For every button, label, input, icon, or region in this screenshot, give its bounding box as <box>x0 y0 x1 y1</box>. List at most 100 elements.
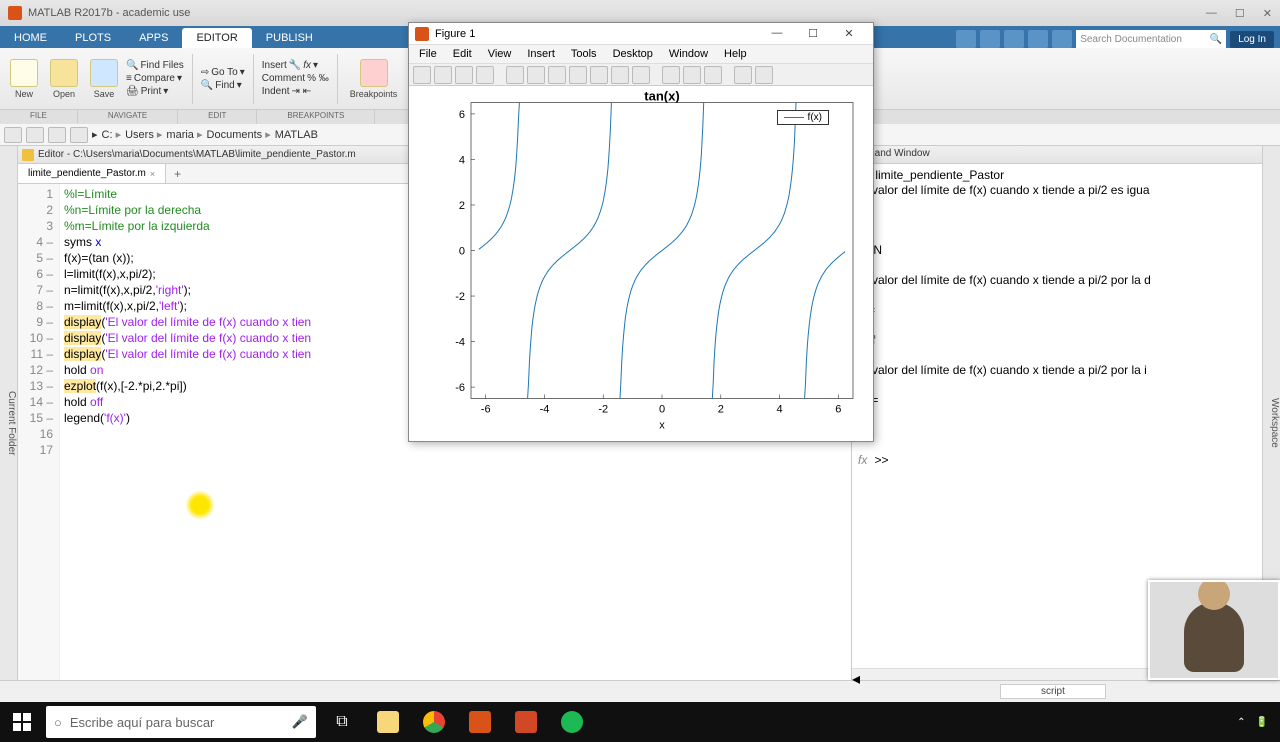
save-layout-icon[interactable] <box>956 30 976 48</box>
minimize-button[interactable]: — <box>1206 7 1217 20</box>
editor-file-tab[interactable]: limite_pendiente_Pastor.m× <box>18 164 166 183</box>
goto-button[interactable]: ⇨ Go To ▾ <box>201 67 245 78</box>
crumb-users[interactable]: Users <box>125 128 162 141</box>
preferences-icon[interactable] <box>1004 30 1024 48</box>
help-icon[interactable] <box>1052 30 1072 48</box>
tray-chevron-icon[interactable]: ⌃ <box>1237 717 1245 728</box>
taskbar-search[interactable]: ○ Escribe aquí para buscar 🎤 <box>46 706 316 738</box>
svg-text:-2: -2 <box>455 291 465 303</box>
legend-icon[interactable] <box>704 66 722 84</box>
svg-text:2: 2 <box>718 404 724 416</box>
folder-icon[interactable] <box>70 127 88 143</box>
legend-line-icon <box>784 117 804 118</box>
find-files-button[interactable]: 🔍 Find Files <box>126 60 184 71</box>
crumb-user[interactable]: maria <box>166 128 202 141</box>
figure-window[interactable]: Figure 1 — ☐ ✕ File Edit View Insert Too… <box>408 22 874 442</box>
webcam-overlay <box>1148 580 1280 680</box>
save-button[interactable] <box>90 59 118 87</box>
statusbar: script <box>0 680 1280 702</box>
new-button[interactable] <box>10 59 38 87</box>
cortana-icon: ○ <box>54 715 62 730</box>
datatip-icon[interactable] <box>611 66 629 84</box>
crumb-matlab[interactable]: MATLAB <box>275 129 318 141</box>
chrome-icon[interactable] <box>414 706 454 738</box>
zoom-out-icon[interactable] <box>548 66 566 84</box>
figure-menubar: File Edit View Insert Tools Desktop Wind… <box>409 45 873 64</box>
figure-titlebar[interactable]: Figure 1 — ☐ ✕ <box>409 23 873 45</box>
zoom-in-icon[interactable] <box>527 66 545 84</box>
doc-search-input[interactable]: Search Documentation🔍 <box>1076 30 1226 48</box>
open-button[interactable] <box>50 59 78 87</box>
menu-view[interactable]: View <box>482 47 518 61</box>
menu-tools[interactable]: Tools <box>565 47 603 61</box>
start-button[interactable] <box>4 706 40 738</box>
rotate-icon[interactable] <box>590 66 608 84</box>
crumb-root[interactable]: C: <box>102 128 122 141</box>
pan-icon[interactable] <box>569 66 587 84</box>
powerpoint-icon[interactable] <box>506 706 546 738</box>
tray-battery-icon[interactable]: 🔋 <box>1256 717 1268 728</box>
login-button[interactable]: Log In <box>1230 31 1274 48</box>
menu-window[interactable]: Window <box>663 47 714 61</box>
menu-desktop[interactable]: Desktop <box>607 47 659 61</box>
tab-home[interactable]: HOME <box>0 28 61 48</box>
find-button[interactable]: 🔍 Find ▾ <box>201 80 245 91</box>
spotify-icon[interactable] <box>552 706 592 738</box>
plot-axes[interactable]: tan(x)-6-4-20246-6-4-20246x f(x) <box>409 86 873 441</box>
addons-icon[interactable] <box>1028 30 1048 48</box>
hide-icon[interactable] <box>734 66 752 84</box>
task-view-icon[interactable]: ⧉ <box>322 706 362 738</box>
svg-text:-4: -4 <box>455 337 465 349</box>
close-button[interactable]: ✕ <box>1263 7 1272 20</box>
show-icon[interactable] <box>755 66 773 84</box>
folder-up-icon[interactable] <box>48 127 66 143</box>
mic-icon[interactable]: 🎤 <box>292 714 308 730</box>
cursor-highlight <box>185 490 215 520</box>
link-icon[interactable] <box>662 66 680 84</box>
fig-maximize-button[interactable]: ☐ <box>795 27 831 40</box>
svg-text:-4: -4 <box>540 404 550 416</box>
open-fig-icon[interactable] <box>434 66 452 84</box>
menu-file[interactable]: File <box>413 47 443 61</box>
print-fig-icon[interactable] <box>476 66 494 84</box>
breakpoints-button[interactable] <box>360 59 388 87</box>
menu-help[interactable]: Help <box>718 47 753 61</box>
colorbar-icon[interactable] <box>683 66 701 84</box>
file-explorer-icon[interactable] <box>368 706 408 738</box>
print-button[interactable]: 🖨 Print ▾ <box>126 86 184 97</box>
nav-fwd-icon[interactable] <box>26 127 44 143</box>
nav-back-icon[interactable] <box>4 127 22 143</box>
save-fig-icon[interactable] <box>455 66 473 84</box>
brush-icon[interactable] <box>632 66 650 84</box>
tab-plots[interactable]: PLOTS <box>61 28 125 48</box>
svg-text:6: 6 <box>835 404 841 416</box>
figure-toolbar <box>409 64 873 86</box>
figure-icon <box>415 27 429 41</box>
current-folder-tab[interactable]: Current Folder <box>0 146 18 680</box>
indent-button[interactable]: Indent ⇥ ⇤ <box>262 86 329 97</box>
fig-minimize-button[interactable]: — <box>759 27 795 40</box>
windows-taskbar: ○ Escribe aquí para buscar 🎤 ⧉ ⌃ 🔋 <box>0 702 1280 742</box>
matlab-taskbar-icon[interactable] <box>460 706 500 738</box>
insert-button[interactable]: Insert 🔧 fx ▾ <box>262 60 329 71</box>
new-tab-button[interactable]: + <box>166 164 189 183</box>
layout-icon[interactable] <box>980 30 1000 48</box>
legend[interactable]: f(x) <box>777 110 829 125</box>
compare-button[interactable]: ≡ Compare ▾ <box>126 73 184 84</box>
menu-edit[interactable]: Edit <box>447 47 478 61</box>
system-tray[interactable]: ⌃ 🔋 <box>1237 717 1276 728</box>
tab-apps[interactable]: APPS <box>125 28 182 48</box>
maximize-button[interactable]: ☐ <box>1235 7 1245 20</box>
tab-publish[interactable]: PUBLISH <box>252 28 327 48</box>
matlab-logo-icon <box>8 6 22 20</box>
fig-close-button[interactable]: ✕ <box>831 27 867 40</box>
close-tab-icon[interactable]: × <box>150 169 155 179</box>
new-fig-icon[interactable] <box>413 66 431 84</box>
svg-text:2: 2 <box>459 200 465 212</box>
svg-text:-2: -2 <box>598 404 608 416</box>
tab-editor[interactable]: EDITOR <box>182 28 251 48</box>
crumb-documents[interactable]: Documents <box>207 128 271 141</box>
pointer-icon[interactable] <box>506 66 524 84</box>
menu-insert[interactable]: Insert <box>521 47 561 61</box>
comment-button[interactable]: Comment % ‰ <box>262 73 329 84</box>
